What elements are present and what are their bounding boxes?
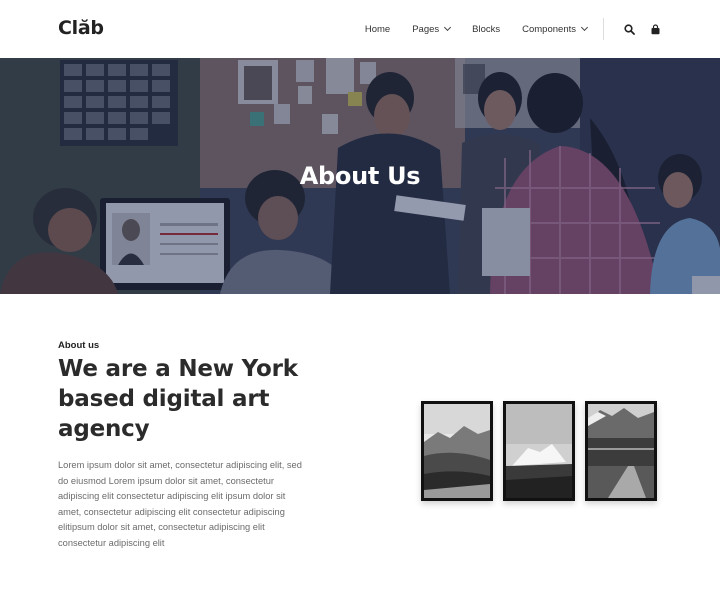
nav-item-components[interactable]: Components: [522, 23, 589, 35]
section-body-text: Lorem ipsum dolor sit amet, consectetur …: [58, 460, 302, 548]
framed-art-group: [421, 401, 657, 503]
chevron-down-icon: [444, 23, 452, 32]
nav-item-label: Components: [522, 23, 576, 35]
nav-item-label: Blocks: [472, 23, 501, 35]
main-nav: Home Pages Blocks Components: [365, 0, 662, 58]
bag-icon[interactable]: [648, 22, 662, 36]
framed-photo-lake-road: [585, 401, 657, 501]
search-icon[interactable]: [622, 22, 636, 36]
framed-photo-mountain-valley: [421, 401, 493, 501]
section-headline: We are a New York based digital art agen…: [58, 356, 298, 442]
framed-photo-snow-peak: [503, 401, 575, 501]
nav-item-home[interactable]: Home: [365, 24, 390, 35]
hero-banner: About Us: [0, 58, 720, 294]
nav-divider: [603, 18, 604, 40]
site-header: Clăb Home Pages Blocks Components: [0, 0, 720, 58]
nav-item-blocks[interactable]: Blocks: [472, 24, 500, 35]
nav-item-label: Home: [364, 23, 391, 35]
chevron-down-icon: [580, 23, 589, 32]
nav-item-label: Pages: [412, 23, 440, 35]
section-eyebrow: About us: [58, 340, 100, 351]
brand-logo[interactable]: Clăb: [58, 17, 104, 39]
page-title: About Us: [299, 162, 421, 190]
nav-item-pages[interactable]: Pages: [412, 23, 452, 35]
